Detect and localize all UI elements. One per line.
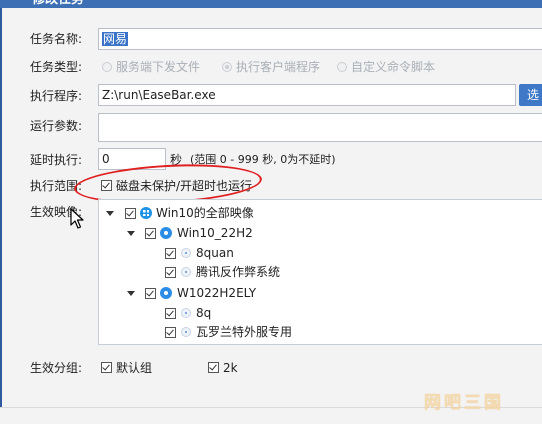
tree-checkbox-image-2-child-2[interactable] <box>165 327 176 338</box>
browse-button[interactable]: 选 <box>519 84 542 106</box>
dialog-title: 修改任务 <box>32 0 84 8</box>
task-name-input[interactable]: 网易 <box>98 28 542 50</box>
tree-checkbox-root[interactable] <box>125 208 136 219</box>
radio-server-file[interactable] <box>102 62 112 72</box>
expand-arrow-image-1[interactable] <box>127 231 135 236</box>
tree-item-image-2[interactable]: W1022H2ELY <box>177 284 256 302</box>
tree-item-image-1-child-2[interactable]: 腾讯反作弊系统 <box>196 263 280 281</box>
image-disc-icon <box>160 227 172 239</box>
task-name-label: 任务名称: <box>30 32 83 46</box>
tree-item-root[interactable]: Win10的全部映像 <box>156 204 254 222</box>
tree-checkbox-image-1[interactable] <box>145 228 156 239</box>
task-name-value: 网易 <box>102 32 129 46</box>
program-label: 执行程序: <box>30 89 83 103</box>
program-input[interactable]: Z:\run\EaseBar.exe <box>98 84 516 106</box>
image-disc-icon <box>160 287 172 299</box>
tree-item-image-2-child-1[interactable]: 8q <box>196 304 211 322</box>
windows-icon <box>140 207 152 219</box>
task-type-label: 任务类型: <box>30 60 83 74</box>
tree-item-image-2-child-2[interactable]: 瓦罗兰特外服专用 <box>196 323 292 341</box>
tree-checkbox-image-1-child-1[interactable] <box>165 248 176 259</box>
tree-checkbox-image-2[interactable] <box>145 288 156 299</box>
computer-dot-icon <box>181 308 191 318</box>
expand-arrow-image-2[interactable] <box>127 291 135 296</box>
params-input[interactable] <box>98 113 542 142</box>
tree-item-image-1-child-1[interactable]: 8quan <box>196 244 234 262</box>
tree-checkbox-image-1-child-2[interactable] <box>165 267 176 278</box>
radio-custom-script-label[interactable]: 自定义命令脚本 <box>351 58 435 76</box>
radio-custom-script[interactable] <box>337 62 347 72</box>
radio-server-file-label[interactable]: 服务端下发文件 <box>116 58 200 76</box>
delay-label: 延时执行: <box>30 153 83 167</box>
params-label: 运行参数: <box>30 119 83 133</box>
computer-dot-icon <box>181 267 191 277</box>
window-border <box>0 8 2 407</box>
group-label-default[interactable]: 默认组 <box>116 359 152 377</box>
watermark: 网吧三国 <box>424 393 504 413</box>
tree-item-image-1[interactable]: Win10_22H2 <box>177 224 253 242</box>
groups-label: 生效分组: <box>30 361 83 375</box>
radio-run-client-program-label[interactable]: 执行客户端程序 <box>236 58 320 76</box>
mouse-cursor-icon <box>70 208 84 229</box>
group-checkbox-2k[interactable] <box>208 362 219 373</box>
group-label-2k[interactable]: 2k <box>223 359 238 377</box>
tree-checkbox-image-2-child-1[interactable] <box>165 308 176 319</box>
radio-run-client-program[interactable] <box>222 62 232 72</box>
computer-dot-icon <box>181 327 191 337</box>
expand-arrow-root[interactable] <box>106 211 114 216</box>
group-checkbox-default[interactable] <box>101 362 112 373</box>
computer-dot-icon <box>181 248 191 258</box>
